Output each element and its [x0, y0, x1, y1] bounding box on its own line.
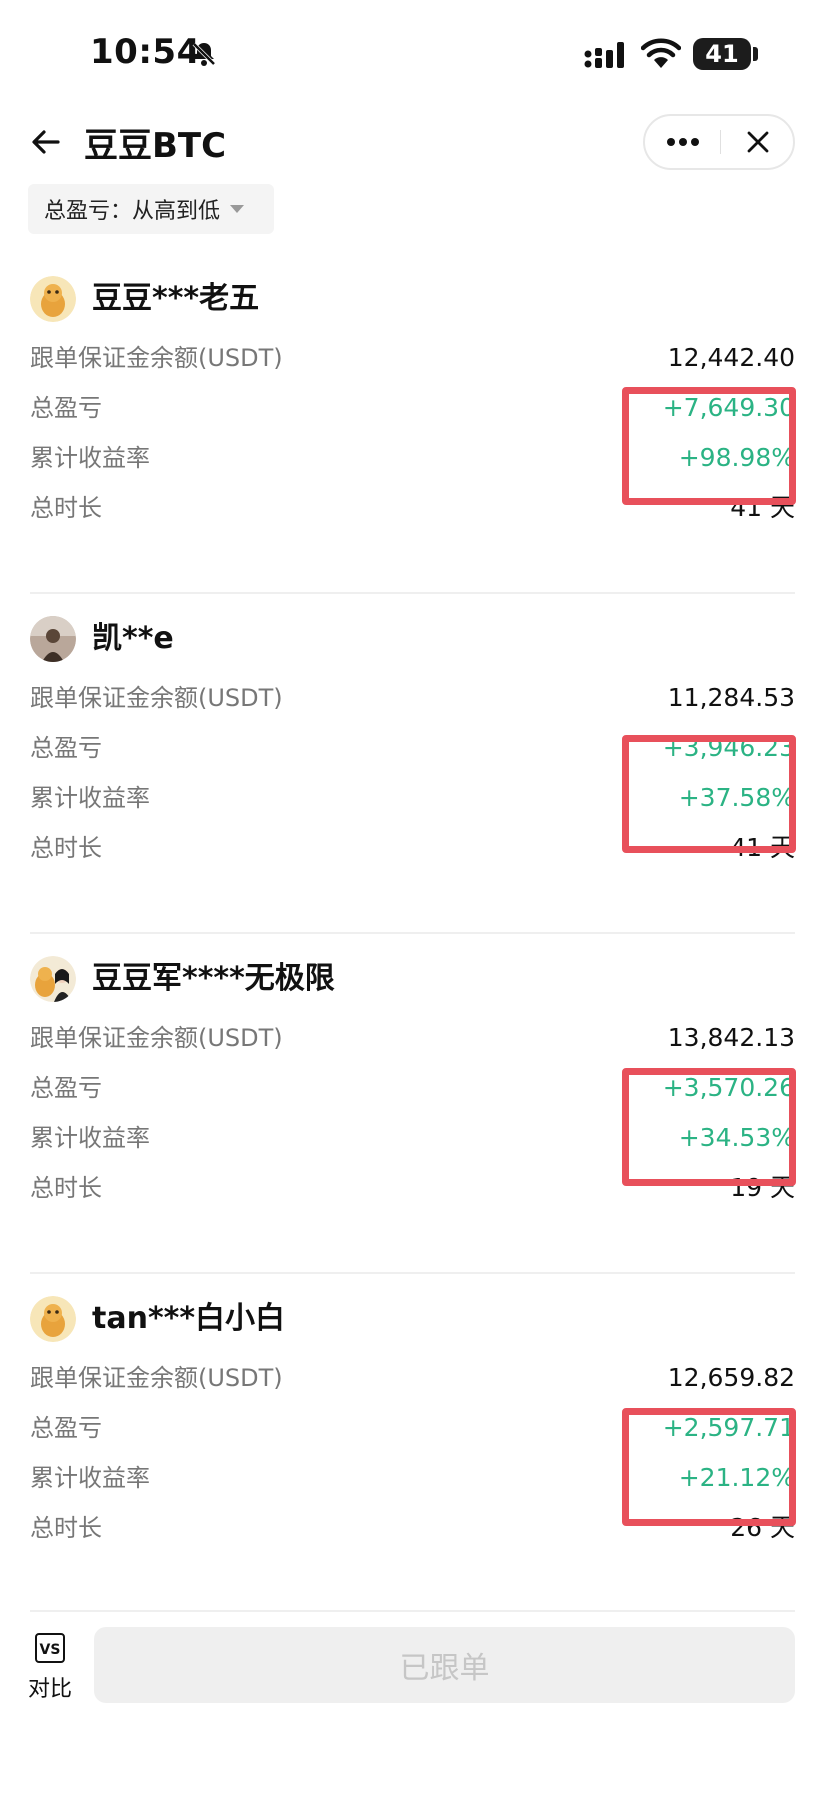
- roi-label: 累计收益率: [30, 1124, 150, 1152]
- duration-label: 总时长: [30, 494, 102, 522]
- margin-value: 12,659.82: [667, 1363, 795, 1392]
- trader-name: tan***白小白: [92, 1301, 286, 1336]
- sort-label: 总盈亏：从高到低: [44, 199, 221, 224]
- battery-icon: 41: [693, 38, 751, 70]
- card-divider: [30, 932, 795, 934]
- more-dots-icon: [666, 138, 699, 146]
- margin-row: 跟单保证金余额(USDT) 12,659.82: [30, 1358, 795, 1398]
- margin-value: 13,842.13: [667, 1023, 795, 1052]
- highlight-box: [622, 735, 796, 853]
- pnl-label: 总盈亏: [30, 734, 102, 762]
- card-divider: [30, 1272, 795, 1274]
- duration-label: 总时长: [30, 1514, 102, 1542]
- pnl-label: 总盈亏: [30, 1074, 102, 1102]
- trader-name: 豆豆军****无极限: [92, 961, 335, 996]
- margin-label: 跟单保证金余额(USDT): [30, 1364, 283, 1392]
- pnl-label: 总盈亏: [30, 1414, 102, 1442]
- sort-dropdown[interactable]: 总盈亏：从高到低: [28, 184, 274, 234]
- status-bar: 10:54 41: [0, 0, 828, 112]
- avatar: [30, 1296, 76, 1342]
- bottom-bar: VS 对比 已跟单: [0, 1615, 828, 1795]
- trader-name: 凯**e: [92, 621, 174, 656]
- duration-label: 总时长: [30, 834, 102, 862]
- caret-down-icon: [230, 205, 245, 213]
- roi-label: 累计收益率: [30, 784, 150, 812]
- trader-card[interactable]: tan***白小白 跟单保证金余额(USDT) 12,659.82 总盈亏 +2…: [30, 1280, 796, 1620]
- followed-button[interactable]: 已跟单: [94, 1627, 795, 1703]
- margin-label: 跟单保证金余额(USDT): [30, 684, 283, 712]
- margin-row: 跟单保证金余额(USDT) 13,842.13: [30, 1018, 795, 1058]
- margin-row: 跟单保证金余额(USDT) 12,442.40: [30, 338, 795, 378]
- signal-icon: [584, 42, 624, 68]
- vs-icon: VS: [35, 1633, 65, 1663]
- back-arrow-icon[interactable]: [28, 124, 64, 160]
- pnl-label: 总盈亏: [30, 394, 102, 422]
- highlight-box: [622, 1068, 796, 1186]
- margin-label: 跟单保证金余额(USDT): [30, 344, 283, 372]
- more-button[interactable]: [645, 116, 720, 168]
- duration-label: 总时长: [30, 1174, 102, 1202]
- trader-card[interactable]: 凯**e 跟单保证金余额(USDT) 11,284.53 总盈亏 +3,946.…: [30, 600, 796, 940]
- status-time: 10:54: [90, 32, 201, 72]
- bell-slash-icon: [192, 42, 216, 66]
- page-title: 豆豆BTC: [84, 126, 227, 166]
- margin-value: 11,284.53: [667, 683, 795, 712]
- trader-card[interactable]: 豆豆***老五 跟单保证金余额(USDT) 12,442.40 总盈亏 +7,6…: [30, 260, 796, 600]
- highlight-box: [622, 387, 796, 505]
- close-icon: [747, 131, 769, 153]
- roi-label: 累计收益率: [30, 444, 150, 472]
- compare-button[interactable]: VS 对比: [28, 1633, 72, 1713]
- margin-value: 12,442.40: [667, 343, 795, 372]
- battery-tip: [753, 47, 758, 61]
- header: 豆豆BTC: [0, 112, 828, 174]
- avatar: [30, 616, 76, 662]
- margin-label: 跟单保证金余额(USDT): [30, 1024, 283, 1052]
- battery-level: 41: [705, 40, 739, 68]
- card-divider: [30, 1610, 795, 1612]
- compare-label: 对比: [28, 1677, 73, 1702]
- avatar: [30, 276, 76, 322]
- close-button[interactable]: [721, 116, 795, 168]
- avatar: [30, 956, 76, 1002]
- highlight-box: [622, 1408, 796, 1526]
- roi-label: 累计收益率: [30, 1464, 150, 1492]
- mini-program-capsule: [643, 114, 795, 170]
- trader-name: 豆豆***老五: [92, 281, 260, 316]
- margin-row: 跟单保证金余额(USDT) 11,284.53: [30, 678, 795, 718]
- wifi-icon: [641, 38, 681, 68]
- card-divider: [30, 592, 795, 594]
- trader-card[interactable]: 豆豆军****无极限 跟单保证金余额(USDT) 13,842.13 总盈亏 +…: [30, 940, 796, 1280]
